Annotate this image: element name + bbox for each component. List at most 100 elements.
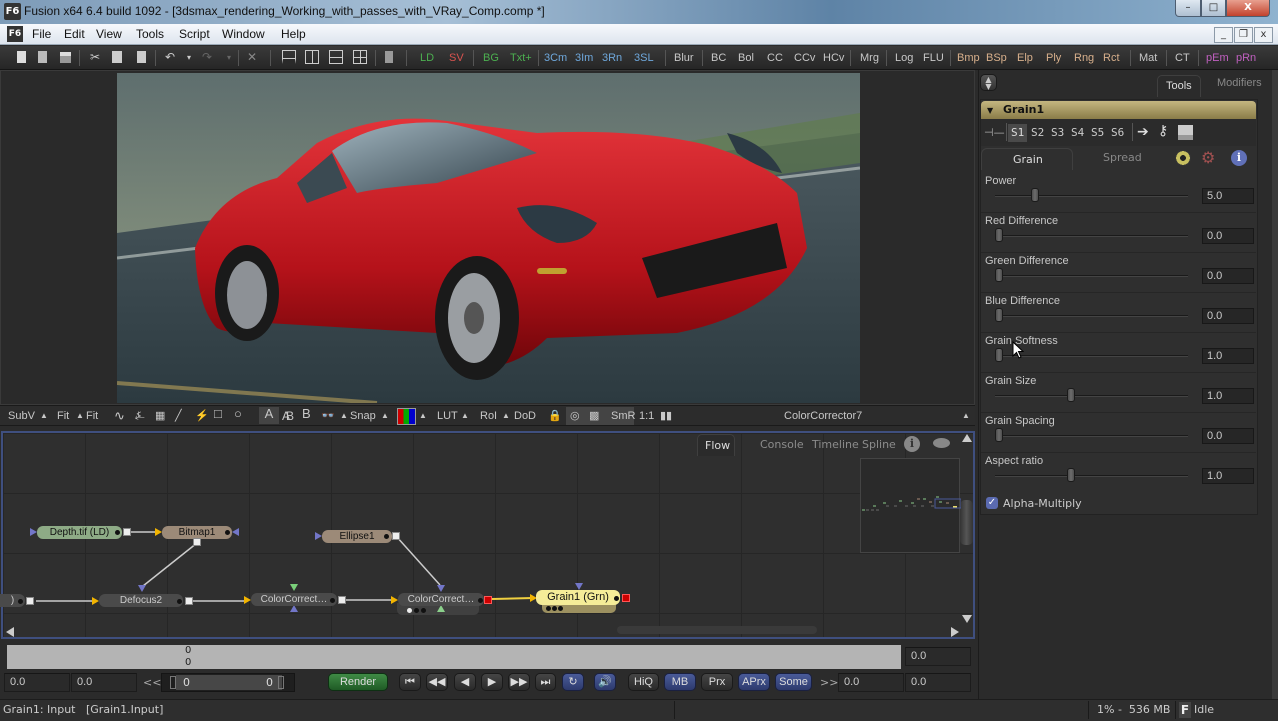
bspline-tool-icon[interactable]: ⍼	[135, 409, 145, 423]
slot-s4[interactable]: S4	[1071, 126, 1084, 139]
node-effect-mask-input[interactable]	[437, 605, 445, 612]
motion-blur-button[interactable]: MB	[664, 673, 696, 691]
node-input-arrow[interactable]	[92, 597, 99, 605]
tool-button-rct[interactable]: Rct	[1103, 50, 1120, 66]
layout1-icon[interactable]	[282, 50, 296, 65]
grain-size-slider-thumb[interactable]	[1067, 388, 1075, 402]
node-grain1-selected[interactable]: Grain1 (Grn)	[536, 590, 620, 605]
copy-icon[interactable]	[110, 50, 124, 65]
roi-dropdown-icon[interactable]: ▲	[502, 409, 510, 423]
maximize-button[interactable]: □	[1201, 0, 1226, 17]
grain-spacing-slider-track[interactable]	[995, 435, 1188, 437]
channel-dropdown-icon[interactable]: ▲	[419, 409, 427, 423]
aspect-ratio-slider-track[interactable]	[995, 475, 1188, 477]
menu-tools[interactable]: Tools	[136, 27, 164, 41]
node-output[interactable]	[484, 596, 492, 604]
view-a-button[interactable]: A	[259, 407, 279, 424]
tool-button-sv[interactable]: SV	[449, 50, 464, 66]
blue-difference-value-field[interactable]: 0.0	[1202, 308, 1254, 324]
time-ruler[interactable]: 0 0	[7, 645, 901, 669]
dod-button[interactable]: DoD	[514, 409, 536, 423]
snap-button[interactable]: Snap	[350, 409, 376, 423]
fit-button-b[interactable]: Fit	[86, 409, 98, 423]
alpha-multiply-checkbox[interactable]: ✓	[986, 497, 998, 509]
lut-dropdown-icon[interactable]: ▲	[461, 409, 469, 423]
grain-size-slider-track[interactable]	[995, 395, 1188, 397]
tool-button-3im[interactable]: 3Im	[575, 50, 593, 66]
rectangle-tool-icon[interactable]: □	[214, 407, 222, 421]
tool-button-3cm[interactable]: 3Cm	[544, 50, 567, 66]
jump-end-button[interactable]: >>	[820, 676, 838, 689]
grain-spacing-slider-thumb[interactable]	[995, 428, 1003, 442]
tool-button-bsp[interactable]: BSp	[986, 50, 1007, 66]
menu-edit[interactable]: Edit	[64, 27, 85, 41]
tool-header[interactable]: ▼ Grain1	[981, 101, 1256, 119]
tool-button-prn[interactable]: pRn	[1236, 50, 1256, 66]
grain-softness-slider-thumb[interactable]	[995, 348, 1003, 362]
tool-button-txt[interactable]: Txt+	[510, 50, 532, 66]
render-start-field[interactable]: 0.0	[71, 673, 137, 692]
tool-button-3rn[interactable]: 3Rn	[602, 50, 622, 66]
node-effect-mask-input[interactable]	[290, 584, 298, 591]
blue-difference-slider-thumb[interactable]	[995, 308, 1003, 322]
pin-icon[interactable]: ⊣—	[984, 126, 1005, 139]
node-output[interactable]	[392, 532, 400, 540]
app-menu-icon[interactable]: F6	[7, 26, 23, 42]
loop-button[interactable]: ↻	[562, 673, 584, 691]
paste-icon[interactable]	[134, 50, 148, 65]
paint-line-icon[interactable]: ╱	[175, 409, 182, 423]
node-output[interactable]	[123, 528, 131, 536]
fit-dropdown-icon[interactable]: ▲	[76, 409, 84, 423]
tool-button-log[interactable]: Log	[895, 50, 913, 66]
audio-button[interactable]: 🔊	[594, 673, 616, 691]
layout3-icon[interactable]	[329, 50, 343, 65]
tool-button-cc[interactable]: CC	[767, 50, 783, 66]
node-colorcorrect-2[interactable]: ColorCorrect…	[398, 593, 484, 606]
open-icon[interactable]	[35, 50, 49, 65]
node-output[interactable]	[622, 594, 630, 602]
play-button[interactable]: ▶	[481, 673, 503, 691]
script-icon[interactable]	[382, 50, 396, 65]
render-button[interactable]: Render	[328, 673, 388, 691]
power-slider-track[interactable]	[995, 195, 1188, 197]
render-end-field[interactable]: 0.0	[838, 673, 904, 692]
redo-dropdown-icon[interactable]: ▾	[222, 50, 236, 65]
slot-s1[interactable]: S1	[1011, 126, 1024, 139]
current-time-field[interactable]: 0.0	[905, 647, 971, 666]
lut-button[interactable]: LUT	[437, 409, 458, 423]
range-handle-left[interactable]	[170, 676, 176, 689]
selective-update-button[interactable]: Some	[775, 673, 812, 691]
node-input-arrow[interactable]	[244, 596, 251, 604]
green-difference-slider-thumb[interactable]	[995, 268, 1003, 282]
layout2-icon[interactable]	[305, 50, 319, 65]
menu-script[interactable]: Script	[179, 27, 210, 41]
layout4-icon[interactable]	[353, 50, 367, 65]
node-ellipse1[interactable]: Ellipse1	[322, 530, 392, 543]
red-difference-slider-track[interactable]	[995, 235, 1188, 237]
grain-size-value-field[interactable]: 1.0	[1202, 388, 1254, 404]
blue-difference-slider-track[interactable]	[995, 315, 1188, 317]
play-reverse-button[interactable]: ◀	[454, 673, 476, 691]
settings-gear-icon[interactable]: ⚙	[1201, 148, 1215, 167]
slot-s6[interactable]: S6	[1111, 126, 1124, 139]
node-input-arrow[interactable]	[315, 532, 322, 540]
hiq-button[interactable]: HiQ	[628, 673, 659, 691]
magic-wand-icon[interactable]: ⚡	[195, 409, 209, 423]
mdi-restore-button[interactable]: ❐	[1234, 27, 1253, 43]
smr-button[interactable]: SmR	[611, 409, 635, 423]
node-input-arrow[interactable]	[232, 528, 239, 536]
tool-button-elp[interactable]: Elp	[1017, 50, 1033, 66]
slot-s5[interactable]: S5	[1091, 126, 1104, 139]
color-channel-button[interactable]	[397, 408, 416, 425]
lock-icon[interactable]: 🔒	[548, 409, 562, 423]
proxy-button[interactable]: Prx	[701, 673, 733, 691]
red-difference-value-field[interactable]: 0.0	[1202, 228, 1254, 244]
tool-button-pem[interactable]: pEm	[1206, 50, 1229, 66]
node-output[interactable]	[338, 596, 346, 604]
tool-button-3sl[interactable]: 3SL	[634, 50, 654, 66]
glasses-stereo-icon[interactable]: 👓	[321, 409, 335, 423]
range-handle-right[interactable]	[278, 676, 284, 689]
node-mask-input[interactable]	[437, 585, 445, 592]
mdi-close-button[interactable]: x	[1254, 27, 1273, 43]
subtab-spread[interactable]: Spread	[1103, 151, 1142, 164]
